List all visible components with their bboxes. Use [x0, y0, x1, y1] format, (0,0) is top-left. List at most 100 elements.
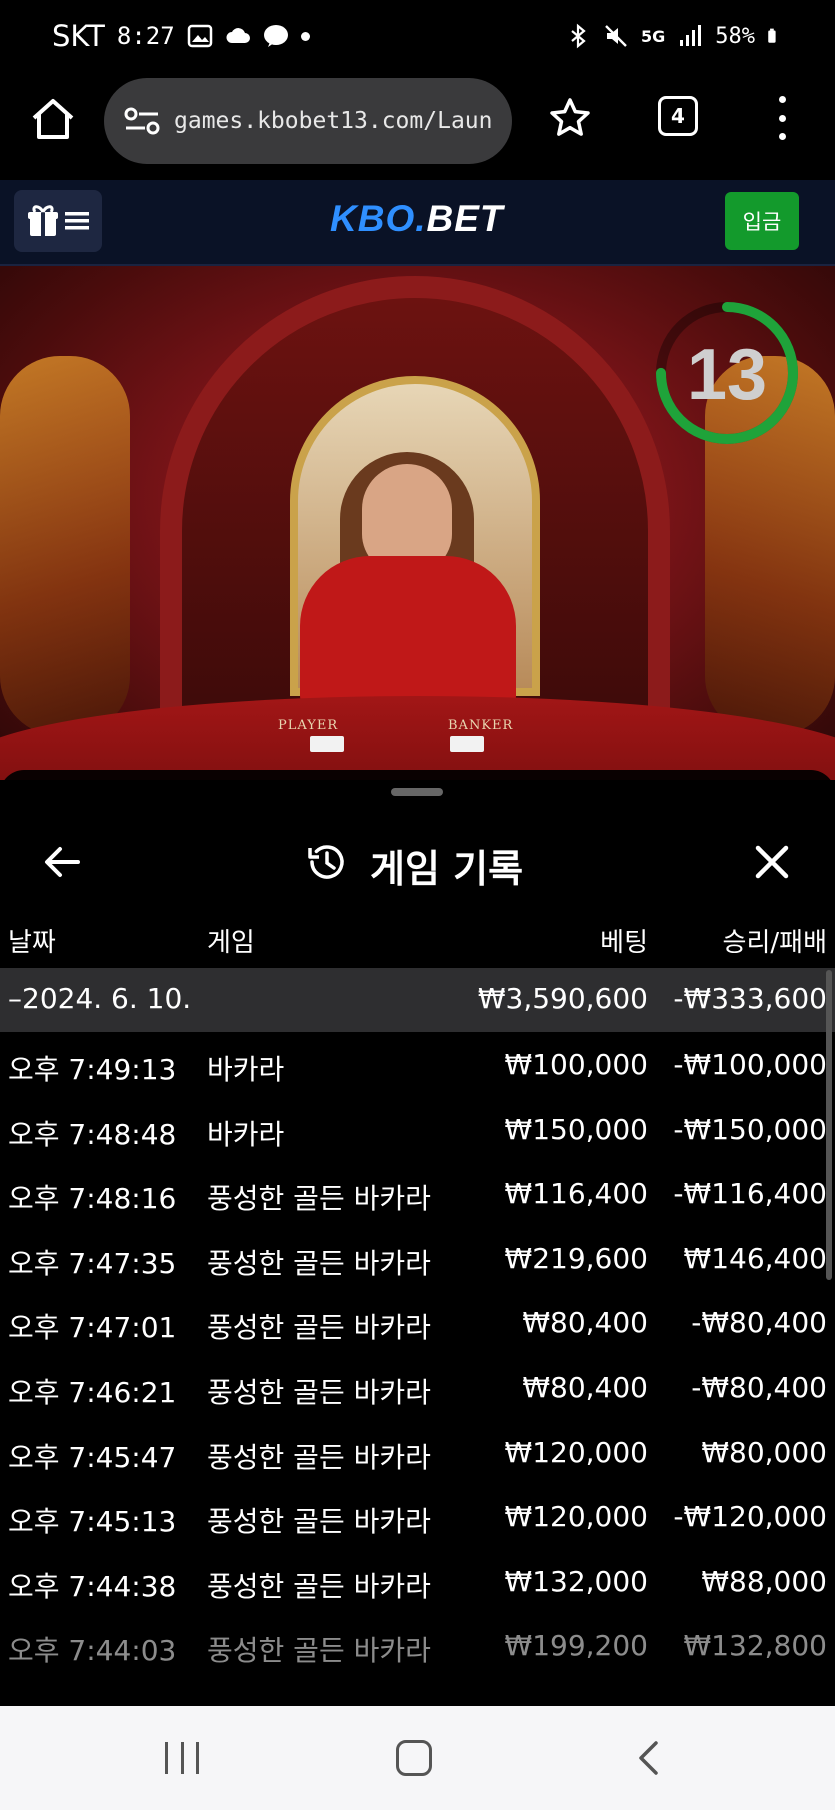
tab-count: 4 — [671, 104, 685, 128]
table-row[interactable]: 오후 7:48:16 풍성한 골든 바카라 ₩116,400 -₩116,400 — [0, 1161, 835, 1226]
history-rows: 오후 7:49:13 바카라 ₩100,000 -₩100,000 오후 7:48:4… — [0, 1032, 835, 1678]
row-bet: ₩116,400 — [504, 1177, 648, 1211]
column-header-date: 날짜 — [8, 928, 56, 958]
bluetooth-icon — [571, 23, 586, 49]
panel-title: 게임 기록 — [370, 847, 524, 891]
home-icon[interactable] — [28, 94, 78, 144]
status-bar: SKT 8:27 5G 58% — [0, 0, 835, 72]
system-navigation-bar — [0, 1706, 835, 1810]
live-dealer-video: PLAYER BANKER 13 — [0, 266, 835, 780]
notification-dot-icon — [300, 31, 310, 41]
site-settings-icon[interactable] — [124, 106, 160, 136]
column-header-result: 승리/패배 — [722, 928, 827, 958]
table-column-headers: 날짜 게임 베팅 승리/패배 — [0, 910, 835, 966]
row-time: 오후 7:47:35 — [8, 1246, 177, 1280]
player-label: PLAYER — [278, 718, 339, 733]
row-game: 풍성한 골든 바카라 — [207, 1634, 431, 1668]
close-icon[interactable] — [750, 840, 794, 884]
clock: 8:27 — [116, 22, 175, 50]
column-header-bet: 베팅 — [600, 928, 648, 958]
row-bet: ₩120,000 — [504, 1435, 648, 1469]
hamburger-icon — [65, 212, 89, 230]
row-time: 오후 7:46:21 — [8, 1375, 177, 1409]
row-game: 풍성한 골든 바카라 — [207, 1569, 431, 1603]
banker-label: BANKER — [448, 718, 514, 733]
table-row[interactable]: 오후 7:49:13 바카라 ₩100,000 -₩100,000 — [0, 1032, 835, 1097]
row-time: 오후 7:44:38 — [8, 1569, 177, 1603]
date-group-row[interactable]: –2024. 6. 10. ₩3,590,600 -₩333,600 — [0, 968, 835, 1032]
mute-icon — [605, 25, 627, 47]
row-bet: ₩132,000 — [504, 1564, 648, 1598]
row-game: 바카라 — [207, 1117, 285, 1151]
gallery-icon — [187, 24, 212, 48]
row-game: 풍성한 골든 바카라 — [207, 1311, 431, 1345]
site-header: KBO.BET 입금 — [0, 180, 835, 266]
recent-apps-icon[interactable] — [165, 1742, 199, 1774]
network-type-label: 5G — [640, 26, 666, 46]
tab-switcher-button[interactable]: 4 — [658, 96, 698, 136]
table-row[interactable]: 오후 7:45:13 풍성한 골든 바카라 ₩120,000 -₩120,000 — [0, 1484, 835, 1549]
panel-header: 게임 기록 — [0, 810, 835, 910]
site-logo[interactable]: KBO.BET — [330, 198, 504, 240]
dragon-left-decoration — [0, 356, 130, 736]
row-game: 풍성한 골든 바카라 — [207, 1246, 431, 1280]
gift-icon — [28, 205, 58, 236]
banker-cards — [450, 736, 484, 752]
row-bet: ₩100,000 — [504, 1048, 648, 1081]
bookmark-star-icon[interactable] — [548, 96, 592, 140]
drag-handle[interactable] — [391, 788, 443, 796]
row-time: 오후 7:47:01 — [8, 1311, 177, 1345]
row-game: 풍성한 골든 바카라 — [207, 1375, 431, 1409]
row-result: -₩80,400 — [691, 1370, 827, 1404]
battery-label: 58% — [715, 23, 755, 49]
table-row[interactable]: 오후 7:44:38 풍성한 골든 바카라 ₩132,000 ₩88,000 — [0, 1549, 835, 1614]
back-nav-icon[interactable] — [636, 1740, 660, 1776]
table-row[interactable]: 오후 7:47:01 풍성한 골든 바카라 ₩80,400 -₩80,400 — [0, 1290, 835, 1355]
row-game: 풍성한 골든 바카라 — [207, 1440, 431, 1474]
date-group-total-result: -₩333,600 — [673, 982, 827, 1015]
back-arrow-icon[interactable] — [40, 840, 84, 884]
more-menu-icon[interactable] — [770, 96, 794, 140]
row-result: -₩80,400 — [691, 1306, 827, 1340]
gift-menu-button[interactable] — [14, 190, 102, 252]
home-button-icon[interactable] — [396, 1740, 432, 1776]
row-bet: ₩199,200 — [504, 1629, 648, 1663]
battery-icon — [768, 28, 776, 43]
row-bet: ₩120,000 — [504, 1500, 648, 1534]
game-history-panel: 게임 기록 날짜 게임 베팅 승리/패배 –2024. 6. 10. ₩3,59… — [0, 770, 835, 1706]
address-bar[interactable]: games.kbobet13.com/Laun — [104, 78, 512, 164]
history-icon — [308, 845, 344, 879]
dealer-body — [300, 556, 516, 706]
row-time: 오후 7:44:03 — [8, 1634, 177, 1668]
date-group-total-bet: ₩3,590,600 — [477, 982, 648, 1015]
url-text: games.kbobet13.com/Laun — [174, 108, 493, 134]
baccarat-table — [0, 696, 835, 780]
table-row[interactable]: 오후 7:44:03 풍성한 골든 바카라 ₩199,200 ₩132,800 — [0, 1613, 835, 1678]
row-game: 풍성한 골든 바카라 — [207, 1505, 431, 1539]
row-time: 오후 7:49:13 — [8, 1053, 177, 1086]
row-result: -₩100,000 — [673, 1048, 827, 1081]
player-cards — [310, 736, 344, 752]
table-row[interactable]: 오후 7:46:21 풍성한 골든 바카라 ₩80,400 -₩80,400 — [0, 1355, 835, 1420]
row-result: -₩150,000 — [673, 1112, 827, 1146]
row-time: 오후 7:45:13 — [8, 1505, 177, 1539]
browser-toolbar: games.kbobet13.com/Laun 4 — [0, 72, 835, 180]
row-game: 풍성한 골든 바카라 — [207, 1182, 431, 1216]
cloud-icon — [226, 28, 250, 43]
row-result: ₩146,400 — [683, 1241, 827, 1275]
talk-icon — [263, 25, 288, 47]
row-bet: ₩219,600 — [504, 1241, 648, 1275]
deposit-button[interactable]: 입금 — [725, 192, 799, 250]
row-bet: ₩80,400 — [522, 1370, 648, 1404]
table-row[interactable]: 오후 7:45:47 풍성한 골든 바카라 ₩120,000 ₩80,000 — [0, 1420, 835, 1485]
signal-icon — [680, 25, 702, 46]
scrollbar[interactable] — [826, 970, 832, 1280]
carrier-label: SKT — [52, 19, 105, 53]
table-row[interactable]: 오후 7:48:48 바카라 ₩150,000 -₩150,000 — [0, 1097, 835, 1162]
row-result: -₩116,400 — [673, 1177, 827, 1211]
table-row[interactable]: 오후 7:47:35 풍성한 골든 바카라 ₩219,600 ₩146,400 — [0, 1226, 835, 1291]
row-result: ₩80,000 — [701, 1435, 827, 1469]
row-bet: ₩150,000 — [504, 1112, 648, 1146]
row-time: 오후 7:48:48 — [8, 1117, 177, 1151]
date-group-date: –2024. 6. 10. — [8, 982, 192, 1015]
